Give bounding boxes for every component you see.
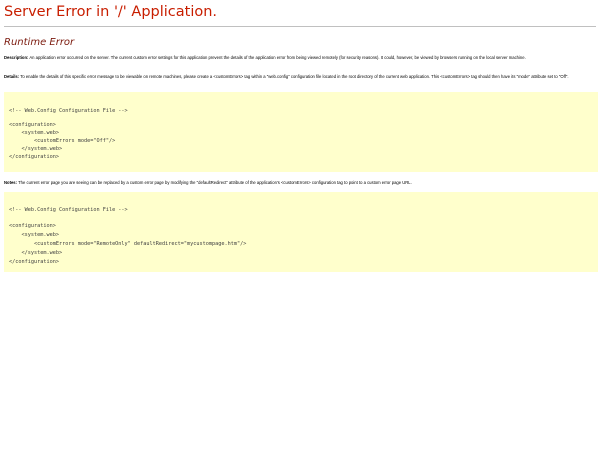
title-divider [4, 26, 596, 27]
code-block-web-config-remoteonly: <!-- Web.Config Configuration File --> <… [4, 192, 598, 272]
code-block-web-config-off: <!-- Web.Config Configuration File --> <… [4, 92, 598, 172]
details-label: Details: [4, 74, 20, 79]
code-line: <configuration> [9, 122, 56, 128]
notes-text: The current error page you are seeing ca… [17, 180, 412, 185]
code-line: <configuration> [9, 223, 56, 229]
code-line: </configuration> [9, 259, 59, 265]
details-paragraph: Details: To enable the details of this s… [4, 74, 598, 80]
description-paragraph: Description: An application error occurr… [4, 55, 598, 61]
code-line: <system.web> [9, 232, 59, 238]
error-page: Server Error in '/' Application. Runtime… [0, 0, 600, 450]
code-line: <system.web> [9, 130, 59, 136]
description-text: An application error occurred on the ser… [28, 55, 526, 60]
code-line: </system.web> [9, 146, 63, 152]
description-label: Description: [4, 55, 29, 60]
code-line: <!-- Web.Config Configuration File --> [9, 108, 128, 114]
code-line: <customErrors mode="Off"/> [9, 138, 116, 144]
code-line: </system.web> [9, 250, 63, 256]
code-line: <!-- Web.Config Configuration File --> [9, 207, 128, 213]
notes-label: Notes: [4, 180, 18, 185]
code-line: </configuration> [9, 154, 59, 160]
code-line: <customErrors mode="RemoteOnly" defaultR… [9, 241, 247, 247]
details-text: To enable the details of this specific e… [19, 74, 569, 79]
error-heading: Runtime Error [4, 37, 75, 48]
notes-paragraph: Notes: The current error page you are se… [4, 180, 598, 186]
page-title: Server Error in '/' Application. [4, 4, 218, 20]
